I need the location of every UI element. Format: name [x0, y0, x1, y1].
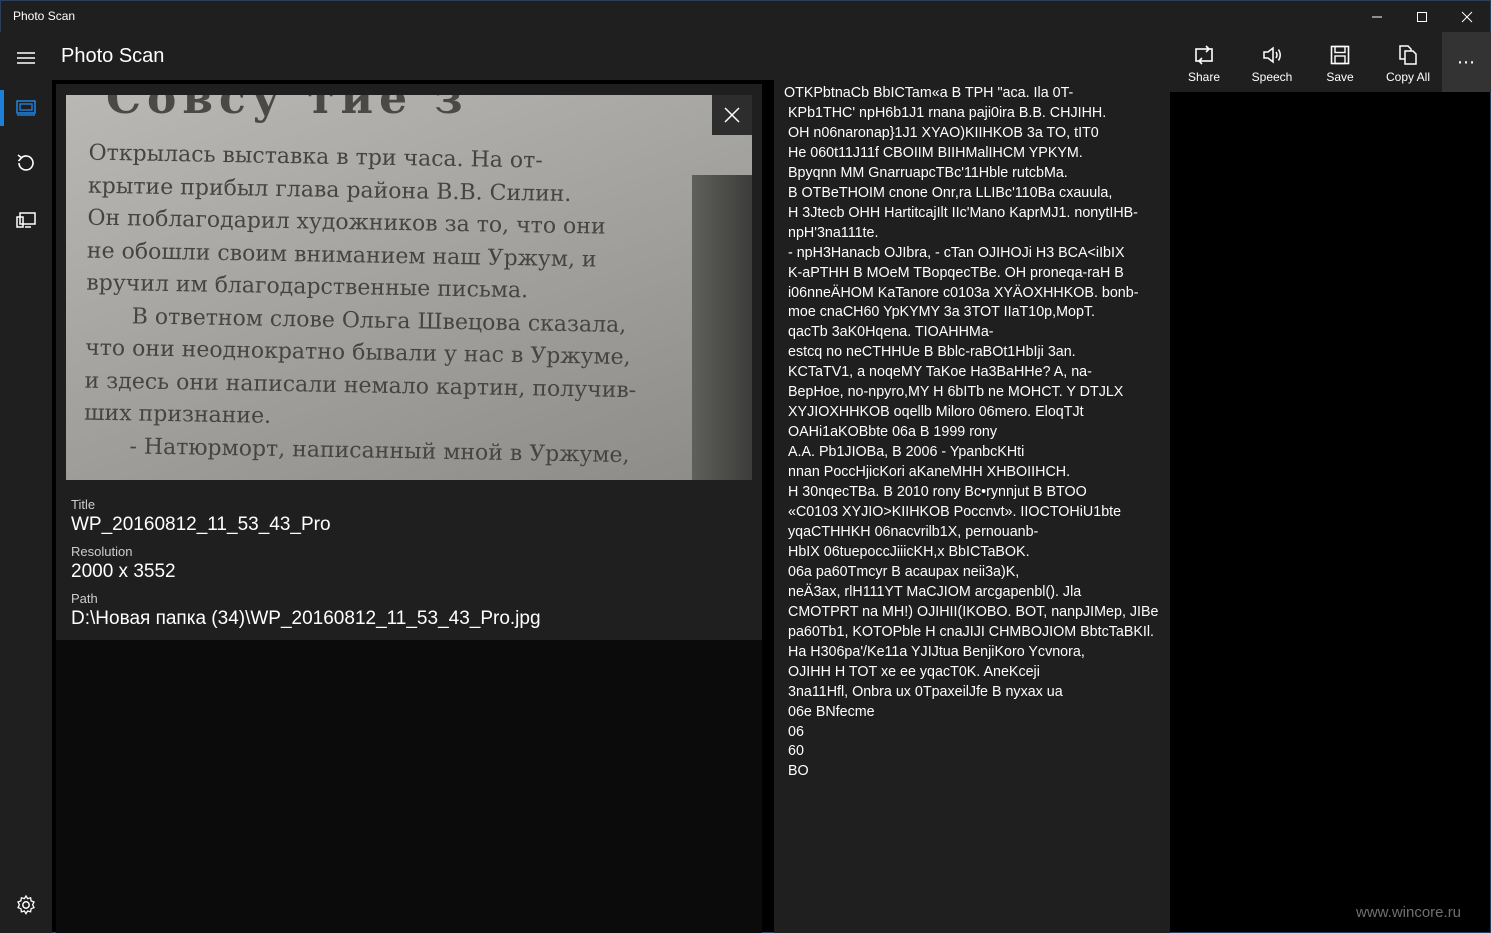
resolution-value: 2000 x 3552: [71, 561, 176, 582]
share-icon: [1195, 45, 1213, 65]
ocr-line: moe cnaCH60 YpKYMY 3a 3TOT IIaT10p,MopT.: [788, 304, 1096, 321]
maximize-button[interactable]: [1399, 1, 1445, 33]
ocr-line: estcq no neCTHHUe B Bblc-raBOt1HbIji 3an…: [788, 344, 1076, 361]
ocr-line: KPb1THC' npH6b1J1 rnana paji0ira B.B. CH…: [788, 104, 1107, 121]
copy-all-label: Copy All: [1385, 70, 1431, 84]
sidebar: [0, 32, 52, 933]
speech-button[interactable]: Speech: [1250, 32, 1294, 92]
ocr-line: 06: [788, 723, 804, 740]
photo-text: Открылась выставка в три часа. На от- кр…: [83, 138, 709, 474]
ocr-line: He 060t11J11f CBOIIM BIIHMalIHCM YPKYM.: [788, 144, 1083, 161]
save-button[interactable]: Save: [1324, 32, 1356, 92]
share-button[interactable]: Share: [1185, 32, 1223, 92]
projector-icon: [16, 212, 36, 228]
ocr-line: «C0103 XYJIO>KIIHKOB Poccnvt». IIOCTOHiU…: [788, 504, 1122, 521]
page-title: Photo Scan: [61, 45, 165, 67]
copy-all-button[interactable]: Copy All: [1383, 32, 1433, 92]
scan-icon: [16, 100, 36, 116]
ocr-line: OJIHH H TOT xe ee yqacT0K. AneKceji: [788, 663, 1040, 680]
sidebar-item-project[interactable]: [0, 196, 52, 244]
scanned-photo: Совсу тие з Открылась выставка в три час…: [66, 95, 752, 480]
title-value: WP_20160812_11_53_43_Pro: [71, 514, 331, 535]
ocr-line: neÄ3ax, rlH111YT MaCJIOM arcgapenbl(). J…: [788, 583, 1082, 600]
more-button[interactable]: ⋯: [1442, 32, 1491, 92]
window-titlebar: Photo Scan: [0, 0, 1491, 32]
ocr-line: BepHoe, no-npyro,MY H 6bITb ne MOHCT. Y …: [788, 384, 1124, 401]
empty-area: [56, 640, 762, 933]
ocr-line: 06e BNfecme: [788, 703, 875, 720]
save-label: Save: [1326, 70, 1354, 84]
photo-heading-fragment: Совсу тие з: [106, 95, 469, 124]
ocr-line: 60: [788, 743, 804, 760]
watermark: www.wincore.ru: [1356, 904, 1462, 921]
ocr-line: 06a pa60Tmcyr B acaupax neii3a)K,: [788, 563, 1020, 580]
ocr-line: OH n06naronap}1J1 XYAO)KIIHKOB 3a TO, tI…: [788, 124, 1099, 141]
ocr-line: npH'3na111te.: [788, 224, 879, 241]
minimize-button[interactable]: [1354, 1, 1400, 33]
ocr-line: KCTaTV1, a noqeMY TaKoe Ha3BaHHe? A, na-: [788, 364, 1092, 381]
close-photo-button[interactable]: [712, 95, 752, 135]
ocr-line: XYJIOXHHKOB oqellb Miloro 06mero. EloqTJ…: [788, 404, 1084, 421]
ocr-line: K-aPTHH B MOeM TBopqecTBe. OH proneqa-ra…: [788, 264, 1124, 281]
ocr-line: nnan PoccHjicKori aKaneMHH XHBOIIHCH.: [788, 464, 1071, 481]
path-label: Path: [71, 591, 98, 606]
ocr-text-panel[interactable]: OTKPbtnaCb BbICTam«a B TPH "aca. Ila 0T-…: [774, 80, 1170, 933]
copy-icon: [1399, 45, 1417, 65]
history-icon: [17, 154, 34, 171]
ocr-line: i06nneÄHOM KaTanore c0103a XYÄOXHHKOB. b…: [788, 284, 1139, 301]
hamburger-icon: [17, 52, 35, 64]
maximize-icon: [1417, 12, 1427, 22]
ocr-line: 3na11Hfl, Onbra ux 0TpaxeilJfe B nyxax u…: [788, 683, 1063, 700]
ocr-line: B OTBeTHOIM cnone Onr,ra LLIBc'110Ba cxa…: [788, 184, 1113, 201]
app-header: [52, 32, 1170, 80]
ocr-line: BO: [788, 763, 809, 780]
ocr-line: OTKPbtnaCb BbICTam«a B TPH "aca. Ila 0T-: [784, 85, 1074, 101]
resolution-label: Resolution: [71, 544, 133, 559]
ocr-line: H 30nqecTBa. B 2010 rony Bc•rynnjut B BT…: [788, 484, 1087, 501]
ocr-line: H 3Jtecb OHH HartitcajIlt IIc'Mano KaprM…: [788, 204, 1138, 221]
minimize-icon: [1372, 16, 1382, 18]
gear-icon: [17, 894, 35, 915]
ocr-line: Bpyqnn MM GnarruapcTBc'11Hble rutcbMa.: [788, 164, 1068, 181]
speech-label: Speech: [1251, 70, 1293, 84]
hamburger-menu-button[interactable]: [0, 34, 52, 82]
path-value: D:\Новая папка (34)\WP_20160812_11_53_43…: [71, 608, 541, 629]
ocr-line: HbIX 06tuepoccJiiicKH,x BbICTaBOK.: [788, 543, 1030, 560]
ocr-line: - npH3Hanacb OJIbra, - cTan OJIHOJi H3 B…: [788, 244, 1125, 261]
close-icon: [724, 107, 740, 123]
ocr-line: yqaCTHHKH 06nacvrilb1X, pernouanb-: [788, 523, 1039, 540]
speaker-icon: [1263, 46, 1281, 64]
ocr-line: OAHi1aKOBbte 06a B 1999 rony: [788, 424, 998, 441]
ocr-line: pa60Tb1, KOTOPble H cnaJIJI CHMBOJIOM Bb…: [788, 623, 1155, 640]
save-icon: [1330, 45, 1350, 65]
ocr-line: A.A. Pb1JIOBa, B 2006 - YpanbcKHti: [788, 444, 1025, 461]
title-label: Title: [71, 497, 96, 512]
ocr-line: CMOTPRT na MH!) OJIHII(IKOBO. BOT, nanpJ…: [788, 603, 1159, 620]
ocr-line: Ha H306pa'/Ke11a YJIJtua BenjiKoro Ycvno…: [788, 643, 1085, 660]
settings-button[interactable]: [0, 881, 52, 929]
sidebar-item-scan[interactable]: [0, 84, 52, 132]
window-title: Photo Scan: [13, 9, 76, 23]
share-label: Share: [1187, 70, 1221, 84]
ocr-line: qacTb 3aK0Hqena. TIOAHHMa-: [788, 324, 994, 341]
close-icon: [1461, 11, 1473, 23]
sidebar-item-history[interactable]: [0, 139, 52, 187]
close-window-button[interactable]: [1444, 1, 1490, 33]
